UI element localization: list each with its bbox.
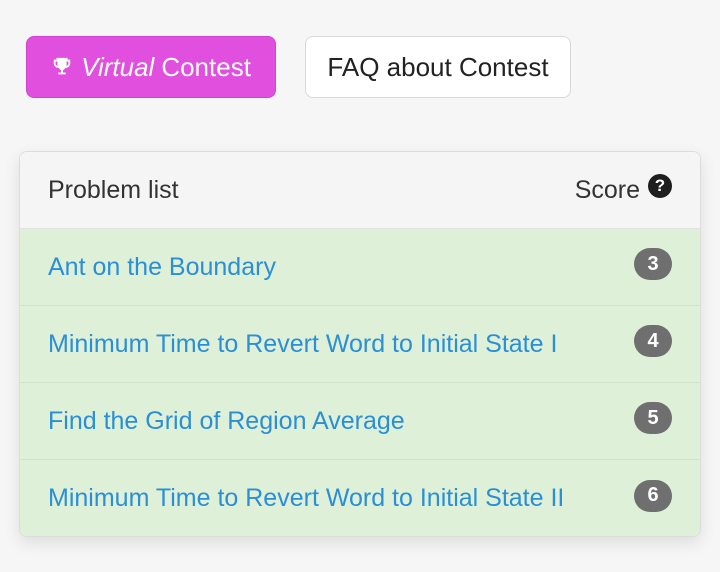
problem-link[interactable]: Ant on the Boundary xyxy=(48,253,276,282)
problem-list-heading: Problem list xyxy=(48,175,179,204)
problem-list-card: Problem list Score ? Ant on the Boundary… xyxy=(19,151,701,537)
contest-label: Contest xyxy=(161,51,251,82)
problem-link[interactable]: Minimum Time to Revert Word to Initial S… xyxy=(48,330,557,359)
problem-link[interactable]: Minimum Time to Revert Word to Initial S… xyxy=(48,484,564,513)
problem-list-header: Problem list Score ? xyxy=(20,152,700,229)
problem-row: Ant on the Boundary 3 xyxy=(20,229,700,306)
virtual-contest-button[interactable]: Virtual Contest xyxy=(26,36,276,98)
score-badge: 5 xyxy=(634,402,672,434)
score-badge: 6 xyxy=(634,479,672,512)
problem-row: Minimum Time to Revert Word to Initial S… xyxy=(20,460,700,536)
score-heading: Score ? xyxy=(574,174,672,205)
question-circle-icon[interactable]: ? xyxy=(648,174,672,198)
faq-contest-button[interactable]: FAQ about Contest xyxy=(305,36,571,98)
trophy-icon xyxy=(51,56,73,78)
virtual-label: Virtual xyxy=(81,51,155,82)
problem-row: Minimum Time to Revert Word to Initial S… xyxy=(20,306,700,383)
contest-button-row: Virtual Contest FAQ about Contest xyxy=(26,36,571,98)
problem-row: Find the Grid of Region Average 5 xyxy=(20,383,700,460)
score-badge: 3 xyxy=(634,248,672,280)
problem-link[interactable]: Find the Grid of Region Average xyxy=(48,407,405,436)
score-badge: 4 xyxy=(634,325,672,357)
score-heading-label: Score xyxy=(574,175,640,204)
